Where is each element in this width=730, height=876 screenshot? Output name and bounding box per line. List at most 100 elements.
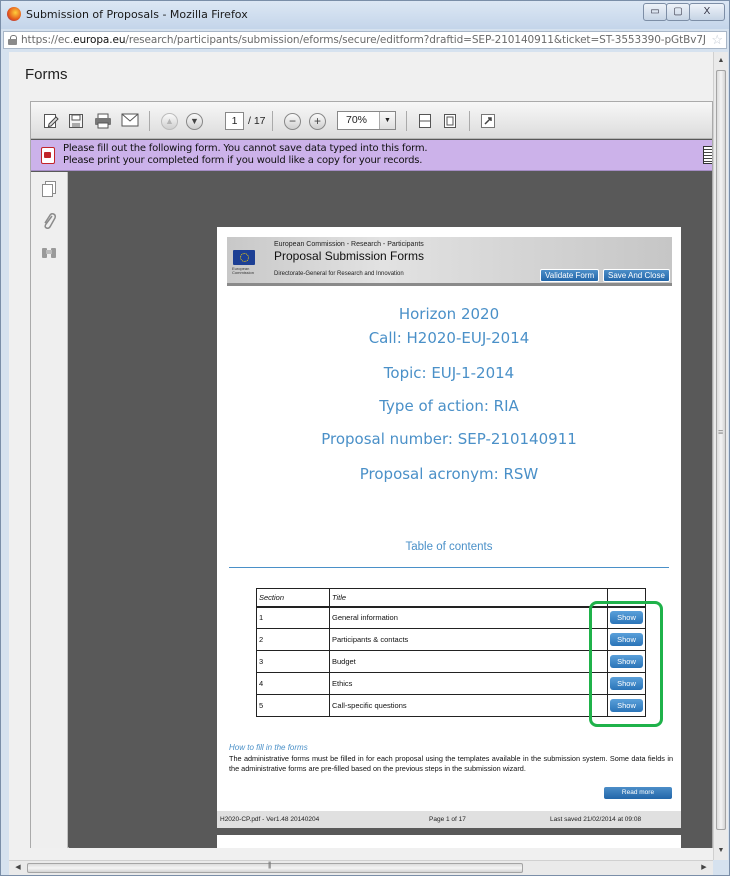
page-down-icon[interactable]: ▼ — [186, 113, 203, 130]
topic-title: Topic: EUJ-1-2014 — [383, 364, 515, 382]
form-header-banner: European Commission European Commission … — [227, 237, 672, 286]
fit-page-icon[interactable] — [442, 113, 458, 129]
table-row: 5 Call-specific questions Show — [256, 694, 646, 717]
pages-icon[interactable] — [40, 180, 58, 198]
title-bar: Submission of Proposals - Mozilla Firefo… — [1, 1, 729, 29]
browser-window: Submission of Proposals - Mozilla Firefo… — [0, 0, 730, 876]
table-row: 2 Participants & contacts Show — [256, 628, 646, 651]
toc-section-number: 3 — [256, 650, 330, 673]
toc-section-title: Participants & contacts — [329, 628, 608, 651]
eu-flag-logo — [233, 250, 255, 265]
page-number-input[interactable]: 1 — [225, 112, 244, 130]
page-up-icon[interactable]: ▲ — [161, 113, 178, 130]
scroll-down-icon[interactable]: ▼ — [714, 844, 728, 858]
toc-header-row: Section Title Action — [256, 588, 646, 608]
toc-section-number: 5 — [256, 694, 330, 717]
banner-line-2: Proposal Submission Forms — [274, 249, 425, 263]
firefox-icon — [7, 7, 21, 21]
pdf-toolbar: ▲ ▼ 1 / 17 − + 70% ▼ — [31, 102, 712, 139]
footer-file-version: H2020-CP.pdf - Ver1.48 20140204 — [220, 816, 320, 823]
close-button[interactable]: X — [689, 3, 725, 21]
page-title: Forms — [25, 66, 68, 83]
read-more-button[interactable]: Read more — [604, 787, 672, 799]
highlight-annotation — [589, 601, 663, 727]
pdf-sidebar — [31, 172, 68, 848]
toc-section-number: 1 — [256, 606, 330, 629]
lock-icon — [8, 35, 17, 45]
form-fields-icon[interactable] — [703, 146, 712, 164]
call-title: Call: H2020-EUJ-2014 — [368, 329, 530, 347]
banner-line-1: European Commission - Research - Partici… — [274, 241, 424, 248]
horizontal-scrollbar[interactable]: ◀ ▶ — [9, 860, 713, 875]
proposal-acronym-title: Proposal acronym: RSW — [359, 465, 539, 483]
address-bar[interactable]: https://ec.europa.eu/research/participan… — [3, 31, 727, 49]
zoom-out-icon[interactable]: − — [284, 113, 301, 130]
print-icon[interactable] — [93, 113, 113, 129]
toc-section-title: Budget — [329, 650, 608, 673]
toc-table: Section Title Action 1 General informati… — [256, 588, 646, 717]
attachment-icon[interactable] — [40, 212, 58, 230]
notice-line-2: Please print your completed form if you … — [63, 155, 423, 166]
fullscreen-icon[interactable] — [479, 113, 497, 129]
scroll-up-icon[interactable]: ▲ — [714, 54, 728, 68]
toc-section-title: Ethics — [329, 672, 608, 695]
pdf-viewer: ▲ ▼ 1 / 17 − + 70% ▼ Please fill out the… — [30, 101, 713, 848]
howto-title: How to fill in the forms — [229, 743, 308, 752]
howto-text: The administrative forms must be filled … — [229, 754, 673, 773]
toc-divider — [229, 567, 669, 568]
chevron-down-icon[interactable]: ▼ — [379, 112, 395, 129]
pdf-page: European Commission European Commission … — [217, 227, 681, 828]
proposal-number-title: Proposal number: SEP-210140911 — [321, 430, 577, 448]
footer-page-number: Page 1 of 17 — [429, 816, 466, 823]
toc-section-number: 4 — [256, 672, 330, 695]
maximize-button[interactable]: ▢ — [666, 3, 690, 21]
pdf-page-next — [217, 835, 681, 848]
table-row: 3 Budget Show — [256, 650, 646, 673]
validate-form-button[interactable]: Validate Form — [540, 269, 600, 282]
form-notice-bar: Please fill out the following form. You … — [31, 140, 712, 171]
minimize-button[interactable]: ▭ — [643, 3, 667, 21]
toc-section-number: 2 — [256, 628, 330, 651]
notice-line-1: Please fill out the following form. You … — [63, 143, 428, 154]
page-footer: H2020-CP.pdf - Ver1.48 20140204 Page 1 o… — [217, 811, 681, 828]
save-icon[interactable] — [67, 113, 85, 129]
url-prefix: https://ec. — [21, 34, 74, 46]
toc-section-title: Call-specific questions — [329, 694, 608, 717]
ec-logo-text: European Commission — [232, 266, 255, 275]
page-total: / 17 — [248, 115, 266, 127]
table-row: 1 General information Show — [256, 606, 646, 629]
toc-header-section: Section — [256, 588, 330, 608]
url-text[interactable]: https://ec.europa.eu/research/participan… — [21, 34, 705, 46]
program-title: Horizon 2020 — [398, 305, 500, 323]
vertical-scrollbar[interactable]: ▲ ▼ — [713, 52, 728, 860]
email-icon[interactable] — [120, 113, 140, 129]
banner-line-3: Directorate-General for Research and Inn… — [274, 271, 404, 277]
save-and-close-button[interactable]: Save And Close — [603, 269, 670, 282]
find-icon[interactable] — [40, 244, 58, 262]
zoom-in-icon[interactable]: + — [309, 113, 326, 130]
type-of-action-title: Type of action: RIA — [379, 397, 519, 415]
window-title: Submission of Proposals - Mozilla Firefo… — [26, 8, 248, 21]
toc-title: Table of contents — [405, 541, 493, 553]
fit-width-icon[interactable] — [417, 113, 433, 129]
toolbar-separator — [469, 111, 470, 131]
star-icon[interactable]: ☆ — [711, 32, 723, 48]
toc-header-title: Title — [329, 588, 608, 608]
scroll-left-icon[interactable]: ◀ — [11, 861, 25, 875]
toc-section-title: General information — [329, 606, 608, 629]
edit-icon[interactable] — [42, 113, 60, 129]
pdf-document-viewport[interactable]: European Commission European Commission … — [69, 172, 712, 848]
toolbar-separator — [406, 111, 407, 131]
url-path: /research/participants/submission/eforms… — [125, 34, 705, 46]
zoom-value: 70% — [346, 114, 368, 126]
pdf-notice-icon — [41, 147, 55, 164]
horizontal-scroll-thumb[interactable] — [27, 862, 523, 873]
vertical-scroll-thumb[interactable] — [716, 70, 726, 830]
toolbar-separator — [272, 111, 273, 131]
toolbar-separator — [149, 111, 150, 131]
url-domain: europa.eu — [73, 34, 126, 46]
footer-last-saved: Last saved 21/02/2014 at 09:08 — [550, 816, 642, 823]
table-row: 4 Ethics Show — [256, 672, 646, 695]
zoom-select[interactable]: 70% ▼ — [337, 111, 396, 130]
scroll-right-icon[interactable]: ▶ — [697, 861, 711, 875]
